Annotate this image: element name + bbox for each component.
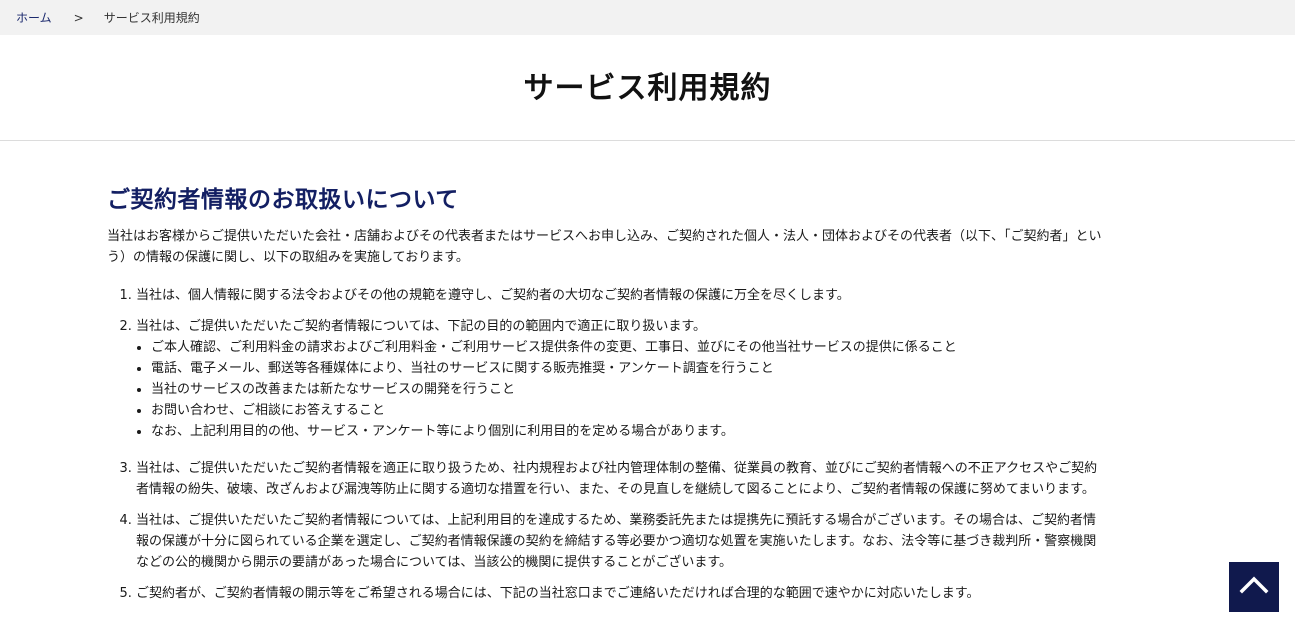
list-item: 当社は、ご提供いただいたご契約者情報については、下記の目的の範囲内で適正に取り扱… [136, 316, 1107, 442]
breadcrumb-current: サービス利用規約 [103, 11, 200, 25]
purpose-item: 当社のサービスの改善または新たなサービスの開発を行うこと [151, 379, 1107, 400]
list-item: 当社は、個人情報に関する法令およびその他の規範を遵守し、ご契約者の大切なご契約者… [136, 285, 1107, 306]
list-item: 当社は、ご提供いただいたご契約者情報については、上記利用目的を達成するため、業務… [136, 510, 1107, 573]
list-item: 当社は、ご提供いただいたご契約者情報を適正に取り扱うため、社内規程および社内管理… [136, 458, 1107, 500]
list-item: ご契約者が、ご契約者情報の開示等をご希望される場合には、下記の当社窓口までご連絡… [136, 583, 1107, 604]
page-header: サービス利用規約 [0, 35, 1295, 141]
purpose-item: お問い合わせ、ご相談にお答えすること [151, 400, 1107, 421]
page-title: サービス利用規約 [523, 70, 772, 106]
purpose-item: なお、上記利用目的の他、サービス・アンケート等により個別に利用目的を定める場合が… [151, 421, 1107, 442]
scroll-to-top-button[interactable] [1229, 562, 1279, 612]
breadcrumb: ホーム > サービス利用規約 [0, 0, 1295, 35]
purpose-list: ご本人確認、ご利用料金の請求およびご利用料金・ご利用サービス提供条件の変更、工事… [136, 337, 1107, 442]
main-content: ご契約者情報のお取扱いについて 当社はお客様からご提供いただいた会社・店舗および… [107, 180, 1107, 614]
list-item-text: 当社は、ご提供いただいたご契約者情報については、下記の目的の範囲内で適正に取り扱… [136, 319, 707, 334]
terms-list: 当社は、個人情報に関する法令およびその他の規範を遵守し、ご契約者の大切なご契約者… [107, 285, 1107, 604]
chevron-up-icon [1239, 576, 1269, 598]
purpose-item: ご本人確認、ご利用料金の請求およびご利用料金・ご利用サービス提供条件の変更、工事… [151, 337, 1107, 358]
section-heading: ご契約者情報のお取扱いについて [107, 187, 459, 213]
breadcrumb-home-link[interactable]: ホーム [16, 9, 52, 26]
breadcrumb-separator: > [73, 10, 84, 25]
purpose-item: 電話、電子メール、郵送等各種媒体により、当社のサービスに関する販売推奨・アンケー… [151, 358, 1107, 379]
intro-paragraph: 当社はお客様からご提供いただいた会社・店舗およびその代表者またはサービスへお申し… [107, 229, 1102, 265]
